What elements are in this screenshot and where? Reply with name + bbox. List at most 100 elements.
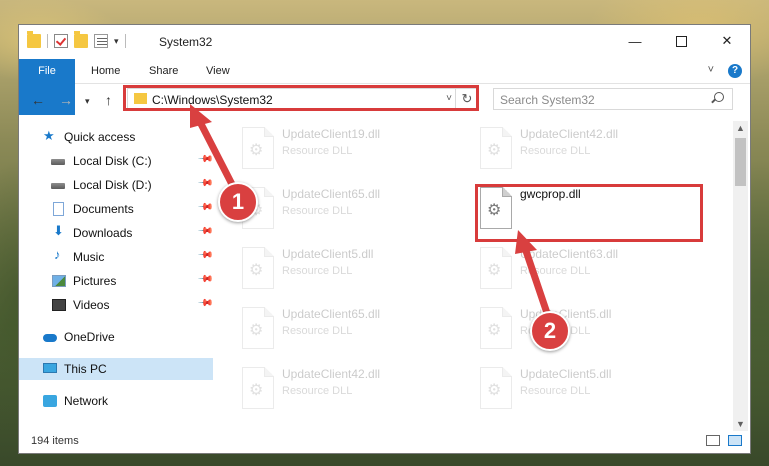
gear-icon: ⚙ bbox=[249, 382, 264, 399]
file-type: Resource DLL bbox=[282, 145, 353, 157]
file-name: UpdateClient65.dll bbox=[282, 187, 381, 201]
minimize-button[interactable]: — bbox=[612, 25, 658, 57]
document-icon bbox=[53, 202, 64, 216]
vertical-scrollbar[interactable]: ▲ ▼ bbox=[733, 121, 748, 431]
properties-check-icon[interactable] bbox=[54, 34, 68, 48]
maximize-icon bbox=[675, 35, 687, 47]
scroll-up-icon[interactable]: ▲ bbox=[736, 123, 745, 133]
scroll-thumb[interactable] bbox=[735, 138, 746, 186]
dll-file-icon: ⚙ bbox=[242, 307, 274, 349]
help-icon[interactable]: ? bbox=[728, 64, 742, 78]
step-1-badge: 1 bbox=[218, 182, 258, 222]
sidebar-item-local-disk-c[interactable]: Local Disk (C:) 📌 bbox=[19, 150, 214, 172]
item-count: 194 items bbox=[31, 435, 79, 447]
forward-arrow-icon[interactable]: → bbox=[59, 92, 73, 108]
sidebar-item-local-disk-d[interactable]: Local Disk (D:) 📌 bbox=[19, 174, 214, 196]
file-item[interactable]: ⚙ UpdateClient65.dll Resource DLL bbox=[236, 303, 466, 359]
drive-icon bbox=[51, 183, 65, 189]
new-folder-icon[interactable] bbox=[74, 31, 88, 48]
search-placeholder: Search System32 bbox=[500, 93, 595, 107]
sidebar-item-pictures[interactable]: Pictures 📌 bbox=[19, 270, 214, 292]
gear-icon: ⚙ bbox=[249, 262, 264, 279]
window-title: System32 bbox=[159, 35, 213, 49]
gear-icon: ⚙ bbox=[487, 382, 502, 399]
file-name: UpdateClient42.dll bbox=[282, 367, 381, 381]
up-arrow-icon[interactable]: ↑ bbox=[105, 92, 112, 108]
minimize-icon: — bbox=[628, 33, 642, 49]
file-item[interactable]: ⚙ UpdateClient5.dll Resource DLL bbox=[236, 243, 466, 299]
search-input[interactable]: Search System32 bbox=[493, 88, 733, 110]
dll-file-icon: ⚙ bbox=[480, 307, 512, 349]
sidebar-item-music[interactable]: ♪ Music 📌 bbox=[19, 246, 214, 268]
file-type: Resource DLL bbox=[282, 385, 353, 397]
sidebar-item-network[interactable]: Network bbox=[19, 390, 213, 412]
pin-icon: 📌 bbox=[196, 199, 214, 216]
tab-home[interactable]: Home bbox=[77, 59, 134, 83]
pin-icon: 📌 bbox=[196, 223, 214, 240]
file-type: Resource DLL bbox=[520, 385, 591, 397]
expand-ribbon-icon[interactable]: ˅ bbox=[708, 64, 714, 76]
file-item[interactable]: ⚙ UpdateClient42.dll Resource DLL bbox=[474, 123, 704, 179]
divider bbox=[124, 34, 126, 48]
sidebar-item-label: Pictures bbox=[73, 274, 117, 288]
file-item[interactable]: ⚙ UpdateClient5.dll Resource DLL bbox=[474, 303, 704, 359]
address-row: ← → ▾ ↑ C:\Windows\System32 ˅ ↻ Search S… bbox=[19, 84, 750, 118]
file-type: Resource DLL bbox=[520, 265, 591, 277]
back-arrow-icon[interactable]: ← bbox=[31, 92, 45, 108]
pin-icon: 📌 bbox=[196, 247, 214, 264]
sidebar-item-label: Local Disk (C:) bbox=[73, 154, 152, 168]
quick-access-toolbar: ▾ bbox=[27, 31, 126, 48]
chevron-down-icon[interactable]: ▾ bbox=[114, 36, 119, 47]
sidebar-item-label: Music bbox=[73, 250, 105, 264]
videos-icon bbox=[52, 299, 66, 311]
sidebar-item-downloads[interactable]: ⬇ Downloads 📌 bbox=[19, 222, 214, 244]
tab-share[interactable]: Share bbox=[135, 59, 192, 83]
sidebar-item-this-pc[interactable]: This PC bbox=[19, 358, 213, 380]
details-view-icon[interactable] bbox=[706, 435, 720, 446]
download-icon: ⬇ bbox=[53, 223, 64, 238]
maximize-button[interactable] bbox=[658, 25, 704, 57]
status-bar: 194 items bbox=[19, 431, 750, 453]
navigation-pane: ★ Quick access Local Disk (C:) 📌 Local D… bbox=[19, 121, 214, 431]
file-item[interactable]: ⚙ UpdateClient63.dll Resource DLL bbox=[474, 243, 704, 299]
gear-icon: ⚙ bbox=[487, 322, 502, 339]
sidebar-item-label: Videos bbox=[73, 298, 110, 312]
properties-icon[interactable] bbox=[94, 34, 108, 48]
dll-file-icon: ⚙ bbox=[480, 367, 512, 409]
file-item[interactable]: ⚙ UpdateClient42.dll Resource DLL bbox=[236, 363, 466, 419]
file-item[interactable]: ⚙ UpdateClient5.dll Resource DLL bbox=[474, 363, 704, 419]
sidebar-item-label: Network bbox=[64, 394, 109, 408]
onedrive-icon bbox=[43, 334, 57, 342]
gear-icon: ⚙ bbox=[487, 142, 502, 159]
music-icon: ♪ bbox=[54, 247, 61, 262]
gear-icon: ⚙ bbox=[249, 322, 264, 339]
pictures-icon bbox=[52, 275, 66, 287]
large-icons-view-icon[interactable] bbox=[728, 435, 742, 446]
file-name: UpdateClient42.dll bbox=[520, 127, 619, 141]
file-name: UpdateClient63.dll bbox=[520, 247, 619, 261]
close-button[interactable]: ✕ bbox=[704, 25, 750, 57]
file-type: Resource DLL bbox=[520, 145, 591, 157]
pin-icon: 📌 bbox=[196, 271, 214, 288]
file-item[interactable]: ⚙ UpdateClient65.dll Resource DLL bbox=[236, 183, 466, 239]
file-name: UpdateClient5.dll bbox=[520, 367, 612, 381]
file-highlight-box bbox=[475, 184, 703, 242]
file-item[interactable]: ⚙ UpdateClient19.dll Resource DLL bbox=[236, 123, 466, 179]
file-list: ⚙ UpdateClient19.dll Resource DLL ⚙ Upda… bbox=[216, 121, 730, 431]
tab-view[interactable]: View bbox=[192, 59, 244, 83]
sidebar-item-onedrive[interactable]: OneDrive bbox=[19, 326, 213, 348]
divider bbox=[47, 34, 48, 48]
sidebar-item-videos[interactable]: Videos 📌 bbox=[19, 294, 214, 316]
close-icon: ✕ bbox=[721, 33, 733, 48]
dll-file-icon: ⚙ bbox=[480, 127, 512, 169]
sidebar-item-documents[interactable]: Documents 📌 bbox=[19, 198, 214, 220]
recent-locations-icon[interactable]: ▾ bbox=[85, 96, 90, 107]
file-type: Resource DLL bbox=[282, 205, 353, 217]
file-explorer-window: ▾ System32 — ✕ File Home Share View ˅ ? … bbox=[18, 24, 751, 454]
step-2-badge: 2 bbox=[530, 311, 570, 351]
scroll-down-icon[interactable]: ▼ bbox=[736, 419, 745, 429]
search-icon bbox=[714, 92, 724, 102]
sidebar-item-label: Downloads bbox=[73, 226, 133, 240]
sidebar-item-quick-access[interactable]: ★ Quick access bbox=[19, 126, 213, 148]
network-icon bbox=[43, 395, 57, 407]
